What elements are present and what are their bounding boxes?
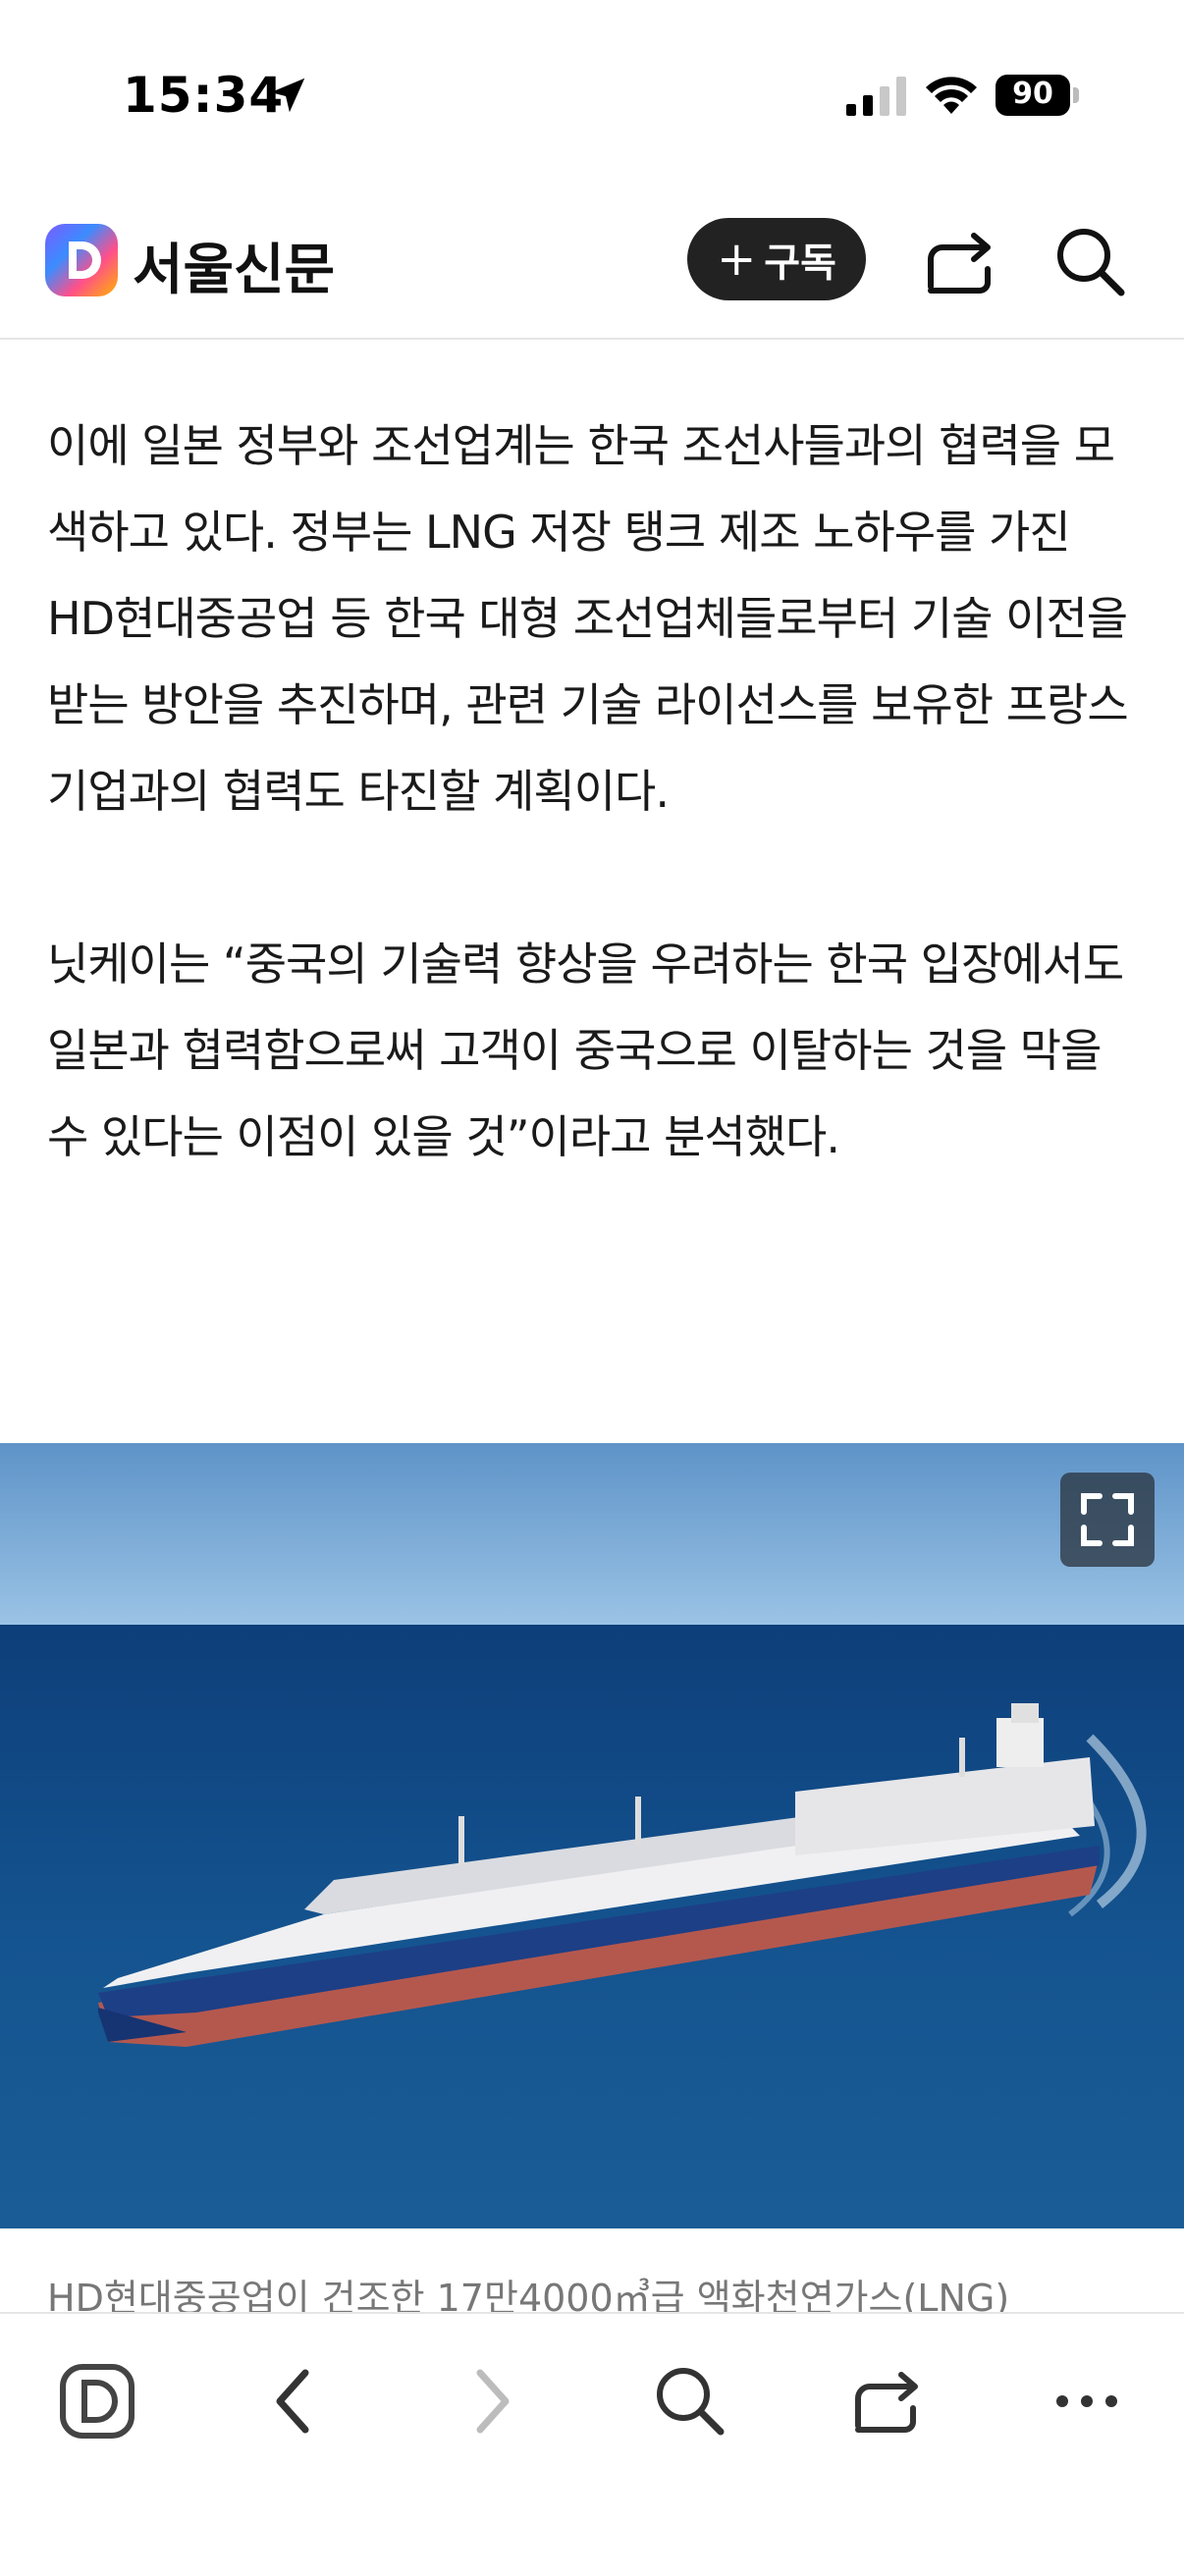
share-icon[interactable] bbox=[923, 226, 1001, 298]
expand-image-button[interactable] bbox=[1060, 1473, 1155, 1567]
daum-home-icon[interactable] bbox=[53, 2357, 141, 2445]
location-arrow-icon bbox=[270, 78, 305, 113]
newspaper-name[interactable]: 서울신문 bbox=[133, 226, 335, 305]
wifi-icon bbox=[926, 77, 977, 114]
expand-icon bbox=[1081, 1493, 1134, 1546]
share-icon[interactable] bbox=[844, 2357, 933, 2445]
status-bar: 15:34 90 bbox=[0, 0, 1184, 187]
app-header: 서울신문 + 구독 bbox=[0, 196, 1184, 340]
article-paragraph: 닛케이는 “중국의 기술력 향상을 우려하는 한국 입장에서도 일본과 협력함으… bbox=[47, 938, 1124, 1163]
subscribe-button[interactable]: + 구독 bbox=[687, 218, 866, 300]
battery-level: 90 bbox=[1012, 77, 1053, 111]
article-body: 이에 일본 정부와 조선업계는 한국 조선사들과의 협력을 모색하고 있다. 정… bbox=[47, 402, 1147, 1180]
battery-icon: 90 bbox=[996, 75, 1080, 116]
daum-d-logo[interactable] bbox=[45, 224, 118, 296]
status-time: 15:34 bbox=[123, 67, 285, 124]
subscribe-label: 구독 bbox=[764, 241, 836, 286]
more-icon[interactable] bbox=[1043, 2357, 1131, 2445]
forward-icon[interactable] bbox=[447, 2357, 535, 2445]
search-icon[interactable] bbox=[646, 2357, 734, 2445]
article-paragraph: 이에 일본 정부와 조선업계는 한국 조선사들과의 협력을 모색하고 있다. 정… bbox=[47, 419, 1129, 818]
search-icon[interactable] bbox=[1052, 224, 1127, 298]
back-icon[interactable] bbox=[250, 2357, 339, 2445]
bottom-toolbar bbox=[0, 2312, 1184, 2576]
ship-photo[interactable] bbox=[0, 1443, 1184, 2228]
signal-icon bbox=[846, 77, 906, 116]
plus-icon: + bbox=[717, 232, 757, 287]
